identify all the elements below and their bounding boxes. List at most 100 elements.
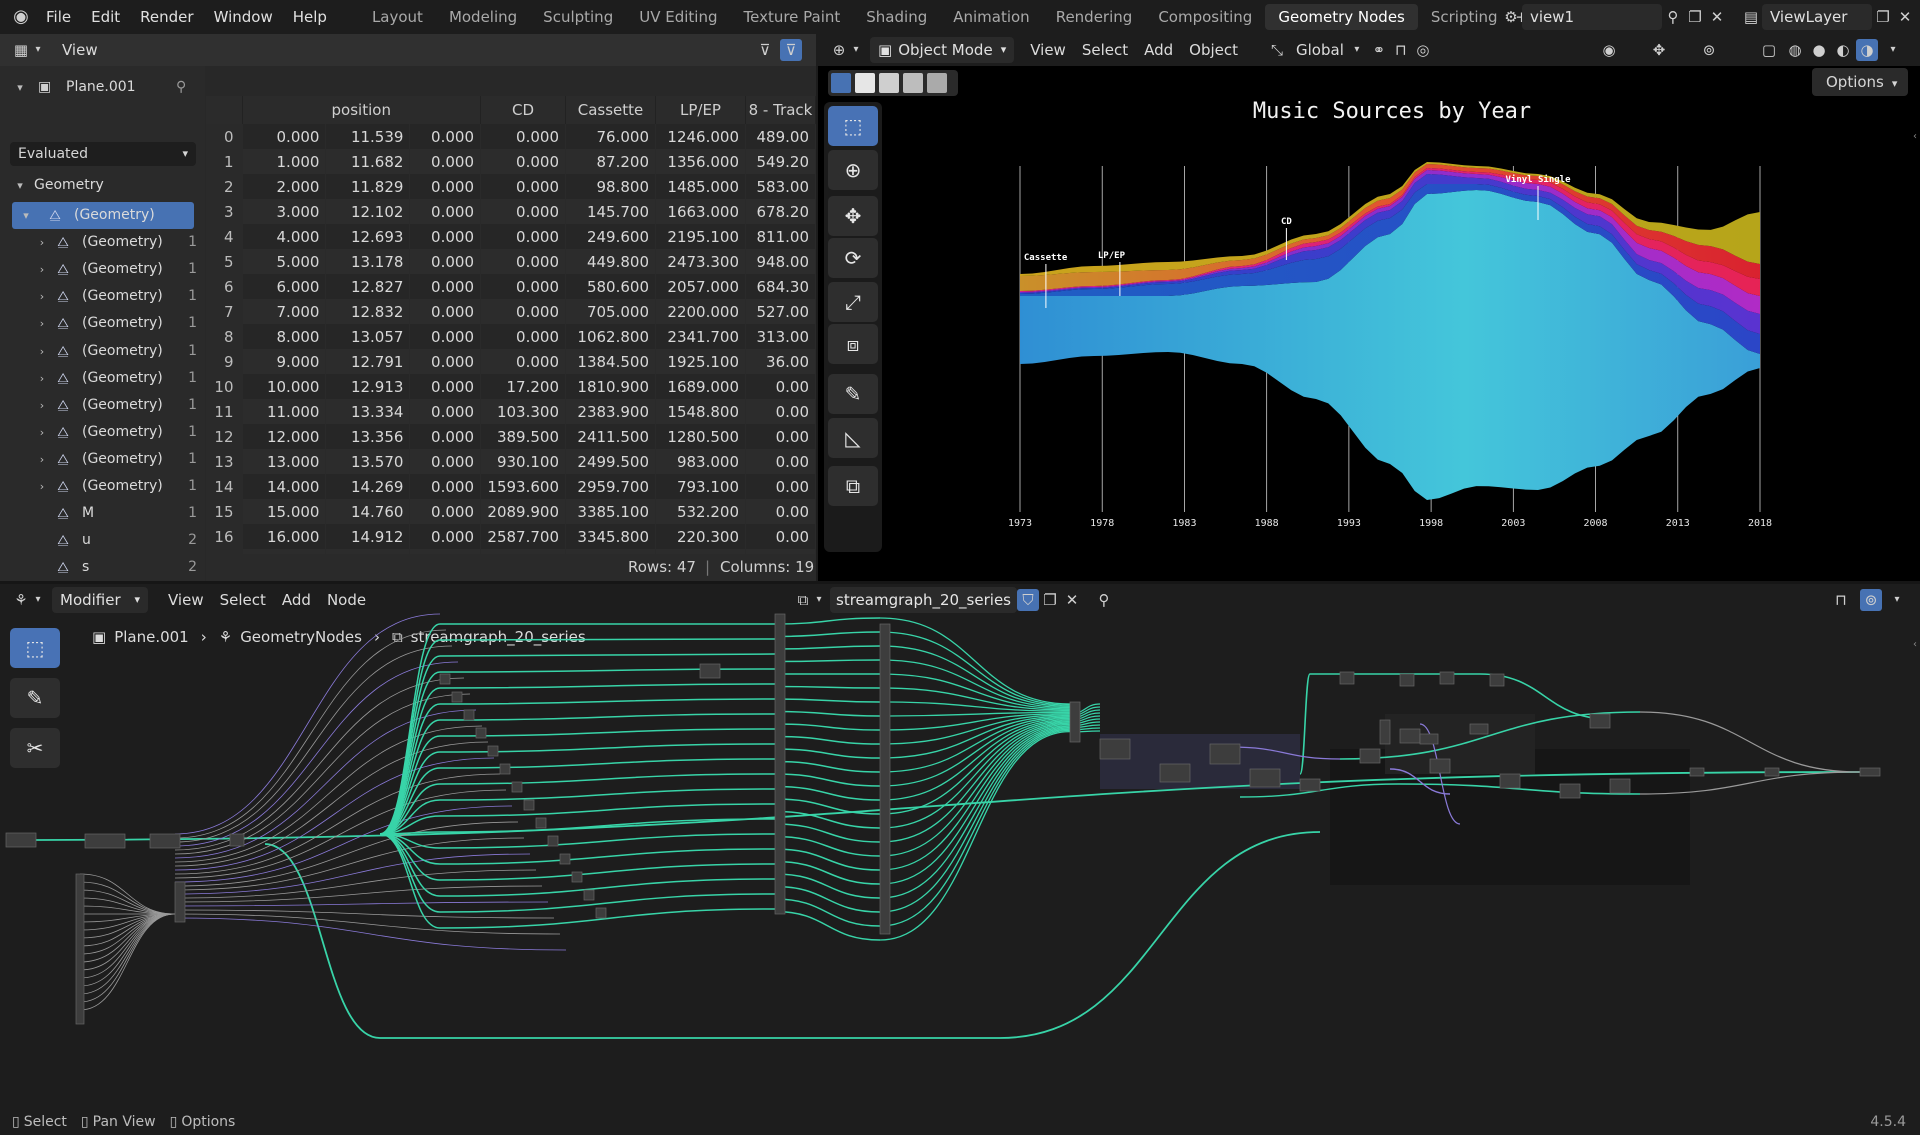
new-view-layer-icon[interactable]: ❐	[1872, 6, 1894, 28]
node[interactable]	[1609, 778, 1631, 794]
editor-type-icon[interactable]: ▦	[10, 39, 32, 61]
breadcrumb-item-object[interactable]: Plane.001	[114, 624, 189, 650]
delete-view-layer-icon[interactable]: ✕	[1894, 6, 1916, 28]
node-menu-add[interactable]: Add	[274, 587, 319, 613]
node[interactable]	[1859, 767, 1881, 777]
node-menu-view[interactable]: View	[160, 587, 212, 613]
chevron-right-icon[interactable]: ›	[36, 310, 48, 337]
filter-active-icon[interactable]: ⊽	[780, 39, 802, 61]
node[interactable]	[511, 781, 523, 793]
pin-icon[interactable]: ⚲	[1662, 6, 1684, 28]
node[interactable]	[1379, 719, 1391, 745]
geometry-section[interactable]: ▾ Geometry	[0, 172, 205, 199]
node[interactable]	[559, 853, 571, 865]
column-header-position[interactable]: position	[242, 96, 481, 124]
node[interactable]	[547, 835, 559, 847]
evaluation-dropdown[interactable]: Evaluated ▾	[10, 142, 196, 166]
node[interactable]	[1339, 671, 1355, 685]
tab-texture-paint[interactable]: Texture Paint	[730, 4, 853, 30]
node[interactable]	[1499, 773, 1521, 789]
tab-rendering[interactable]: Rendering	[1043, 4, 1146, 30]
node[interactable]	[439, 673, 451, 685]
node[interactable]	[451, 691, 463, 703]
chevron-right-icon[interactable]: ›	[36, 365, 48, 392]
fake-user-icon[interactable]: ⛉	[1016, 589, 1039, 611]
node-graph[interactable]	[0, 584, 1920, 1108]
tree-item[interactable]: › ⧋ (Geometry) 1	[0, 473, 205, 500]
node[interactable]	[1589, 713, 1611, 729]
tree-item[interactable]: ▾ ⧋ (Geometry)	[12, 202, 194, 229]
node[interactable]	[1159, 763, 1191, 783]
node[interactable]	[1419, 733, 1439, 745]
column-header-lpep[interactable]: LP/EP	[655, 96, 746, 124]
node-menu-select[interactable]: Select	[212, 587, 274, 613]
scene-icon[interactable]: ⚙	[1500, 6, 1522, 28]
tab-scripting[interactable]: Scripting	[1418, 4, 1511, 30]
node[interactable]	[1399, 728, 1421, 744]
node-menu-node[interactable]: Node	[319, 587, 374, 613]
tree-item[interactable]: › ⧋ (Geometry) 1	[0, 446, 205, 473]
node[interactable]	[75, 873, 85, 1025]
tree-item[interactable]: ⧋ u 2	[0, 527, 205, 554]
node[interactable]	[583, 889, 595, 901]
node[interactable]	[84, 833, 126, 849]
tab-shading[interactable]: Shading	[853, 4, 940, 30]
sidebar-toggle-icon[interactable]: ‹	[1910, 126, 1920, 148]
node[interactable]	[879, 623, 891, 935]
tree-item[interactable]: › ⧋ (Geometry) 1	[0, 338, 205, 365]
node[interactable]	[1489, 673, 1505, 687]
tab-animation[interactable]: Animation	[940, 4, 1042, 30]
node[interactable]	[1469, 723, 1489, 735]
tab-uv-editing[interactable]: UV Editing	[626, 4, 730, 30]
editor-type-icon[interactable]: ⚘	[10, 589, 32, 611]
new-scene-icon[interactable]: ❐	[1684, 6, 1706, 28]
node-tree-icon[interactable]: ⧉	[792, 589, 814, 611]
tree-item[interactable]: › ⧋ (Geometry) 1	[0, 283, 205, 310]
chevron-right-icon[interactable]: ›	[36, 256, 48, 283]
menu-render[interactable]: Render	[130, 0, 203, 34]
scene-field[interactable]: view1	[1522, 4, 1662, 30]
duplicate-icon[interactable]: ❐	[1039, 589, 1061, 611]
chevron-right-icon[interactable]: ›	[36, 338, 48, 365]
tree-item[interactable]: › ⧋ (Geometry) 1	[0, 419, 205, 446]
chevron-right-icon[interactable]: ›	[36, 419, 48, 446]
node[interactable]	[487, 745, 499, 757]
tab-geometry-nodes[interactable]: Geometry Nodes	[1265, 4, 1418, 30]
node-editor[interactable]: ⚘ ▾ Modifier ▾ View Select Add Node ⧉ ▾ s…	[0, 584, 1920, 1108]
pin-icon[interactable]: ⚲	[1093, 589, 1115, 611]
chevron-right-icon[interactable]: ›	[36, 473, 48, 500]
modifier-dropdown[interactable]: Modifier ▾	[52, 587, 148, 613]
node[interactable]	[463, 709, 475, 721]
blender-logo-icon[interactable]: ◉	[10, 6, 32, 28]
node[interactable]	[1249, 768, 1281, 788]
3d-viewport[interactable]: ⊕ ▾ ▣ Object Mode ▾ View Select Add Obje…	[818, 34, 1920, 581]
tree-item[interactable]: › ⧋ (Geometry) 1	[0, 256, 205, 283]
tree-item[interactable]: › ⧋ (Geometry) 1	[0, 229, 205, 256]
node[interactable]	[149, 833, 181, 849]
node[interactable]	[499, 763, 511, 775]
node[interactable]	[1689, 767, 1705, 777]
node-link-cut-tool[interactable]: ✂	[10, 728, 60, 768]
node[interactable]	[535, 817, 547, 829]
node[interactable]	[1559, 783, 1581, 799]
pin-icon[interactable]: ⚲	[176, 74, 186, 101]
node-annotate-tool[interactable]: ✎	[10, 678, 60, 718]
node[interactable]	[1099, 738, 1131, 760]
node[interactable]	[1399, 673, 1415, 687]
node[interactable]	[571, 871, 583, 883]
view-menu[interactable]: View	[54, 37, 106, 63]
tree-item[interactable]: ⧋ M 1	[0, 500, 205, 527]
node[interactable]	[1429, 758, 1451, 774]
column-header-cassette[interactable]: Cassette	[565, 96, 656, 124]
tree-item[interactable]: › ⧋ (Geometry) 1	[0, 310, 205, 337]
breadcrumb-item-modifier[interactable]: GeometryNodes	[240, 624, 362, 650]
unlink-icon[interactable]: ✕	[1061, 589, 1083, 611]
node[interactable]	[1439, 671, 1455, 685]
node[interactable]	[595, 907, 607, 919]
tab-layout[interactable]: Layout	[359, 4, 436, 30]
delete-scene-icon[interactable]: ✕	[1706, 6, 1728, 28]
chevron-right-icon[interactable]: ›	[36, 392, 48, 419]
node[interactable]	[475, 727, 487, 739]
node[interactable]	[5, 832, 37, 848]
chevron-right-icon[interactable]: ›	[36, 446, 48, 473]
